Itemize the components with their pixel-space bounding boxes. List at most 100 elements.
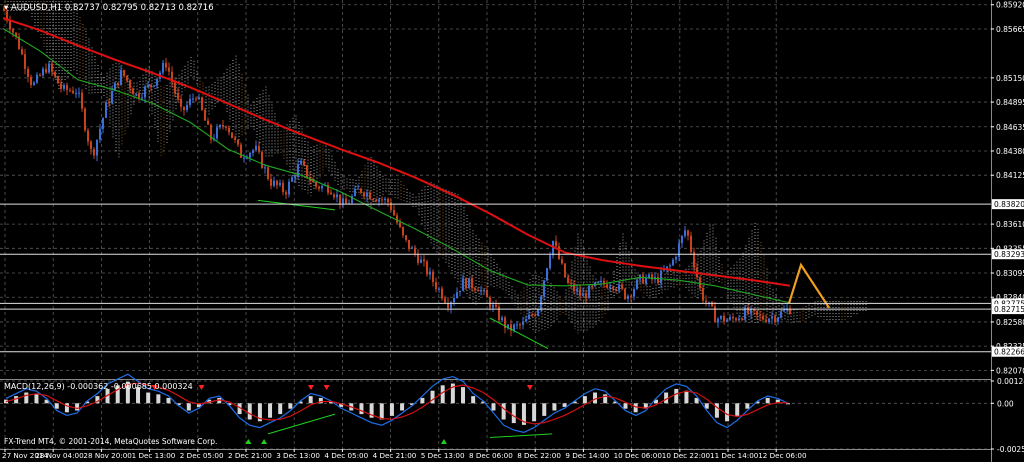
candle-body	[558, 246, 560, 260]
macd-histogram-bar	[725, 403, 730, 422]
candle-body	[489, 297, 491, 308]
candle-body	[342, 198, 344, 205]
candle-body	[732, 316, 734, 319]
candle-body	[417, 253, 419, 263]
candle-body	[120, 70, 122, 85]
macd-histogram-bar	[379, 403, 384, 420]
candle-body	[60, 83, 62, 89]
macd-histogram-bar	[593, 392, 598, 404]
price-level-label: 0.83820	[994, 200, 1024, 209]
macd-histogram-bar	[511, 403, 516, 424]
candle-body	[264, 167, 266, 169]
candle-body	[228, 127, 230, 133]
candle-body	[414, 247, 416, 254]
candle-body	[147, 84, 149, 87]
macd-axis: 0.00124 0.00 -0.00254	[991, 377, 1024, 454]
time-tick-label: 10 Dec 06:00	[614, 451, 663, 460]
candle-body	[195, 98, 197, 100]
candle-body	[522, 321, 524, 325]
candle-body	[399, 222, 401, 228]
candle-body	[243, 157, 245, 159]
candle-body	[771, 316, 773, 319]
candle-body	[9, 20, 11, 30]
candle-body	[330, 192, 332, 195]
candle-body	[561, 259, 563, 264]
candle-body	[273, 180, 275, 186]
macd-histogram-bar	[684, 390, 689, 404]
sell-arrow-icon	[307, 385, 314, 390]
candle-body	[252, 150, 254, 153]
time-axis: 27 Nov 201428 Nov 04:00 28 Nov 20:00 1 Dec…	[0, 449, 991, 460]
macd-histogram-bar	[562, 403, 567, 407]
macd-histogram-bar	[278, 403, 283, 415]
candle-body	[141, 97, 143, 99]
candle-body	[237, 139, 239, 145]
time-tick-label: 10 Dec 22:00	[662, 451, 711, 460]
candle-body	[129, 80, 131, 89]
candle-body	[177, 92, 179, 99]
macd-histogram-bar	[400, 403, 405, 411]
price-axis: 0.85920 0.85665 0.85150 0.84895 0.84635 0.843…	[991, 0, 1024, 462]
candle-body	[483, 289, 485, 291]
candle-body	[468, 278, 470, 289]
candle-body	[219, 124, 221, 128]
candle-body	[624, 288, 626, 299]
candle-body	[57, 76, 59, 84]
candle-body	[726, 319, 728, 322]
candle-body	[216, 127, 218, 139]
candle-body	[255, 145, 257, 151]
candle-body	[684, 230, 686, 236]
macd-histogram-bar	[268, 403, 273, 418]
candle-body	[375, 200, 377, 202]
price-tick-label: 0.85665	[996, 25, 1024, 34]
candle-body	[336, 194, 338, 198]
macd-histogram-bar	[54, 403, 59, 409]
candle-body	[474, 287, 476, 291]
ma-slow-line	[2, 17, 791, 287]
divergence-line	[489, 317, 549, 349]
candle-body	[225, 126, 227, 128]
candle-body	[165, 62, 167, 68]
candle-body	[21, 49, 23, 55]
time-tick-label: 28 Nov 04:00	[35, 451, 84, 460]
candle-body	[564, 263, 566, 278]
time-tick-label: 12 Dec 06:00	[758, 451, 807, 460]
candle-body	[285, 192, 287, 195]
candle-body	[72, 90, 74, 94]
candle-body	[720, 315, 722, 319]
forecast-zigzag	[787, 262, 830, 309]
candle-body	[249, 152, 251, 158]
macd-histogram-bar	[389, 403, 394, 416]
candle-body	[393, 209, 395, 216]
candle-body	[300, 160, 302, 165]
candle-body	[588, 285, 590, 299]
candle-body	[669, 265, 671, 267]
candle-body	[42, 68, 44, 76]
candle-body	[702, 288, 704, 301]
candle-body	[282, 182, 284, 193]
candle-body	[480, 290, 482, 292]
candle-body	[111, 91, 113, 104]
macd-histogram-bar	[491, 403, 496, 411]
chart-window: 0.85920 0.85665 0.85150 0.84895 0.84635 0.843…	[0, 0, 1024, 462]
candle-body	[576, 289, 578, 292]
candle-body	[144, 86, 146, 98]
ohlc-label: 0.82737 0.82795 0.82713 0.82716	[65, 3, 214, 13]
candle-body	[39, 74, 41, 76]
macd-histogram-bar	[156, 394, 161, 404]
macd-histogram-bar	[75, 403, 80, 411]
candle-body	[156, 78, 158, 86]
time-tick-label: 3 Dec 13:00	[276, 451, 320, 460]
candle-body	[738, 318, 740, 321]
macd-histogram-bar	[461, 387, 466, 404]
candle-body	[420, 259, 422, 263]
candle-body	[777, 317, 779, 322]
candle-body	[192, 98, 194, 100]
candle-body	[597, 282, 599, 284]
macd-histogram-bar	[714, 403, 719, 418]
candle-body	[189, 98, 191, 105]
price-tick-label: 0.82070	[996, 366, 1024, 375]
candle-body	[591, 285, 593, 287]
candle-body	[585, 293, 587, 299]
candle-body	[762, 315, 764, 320]
